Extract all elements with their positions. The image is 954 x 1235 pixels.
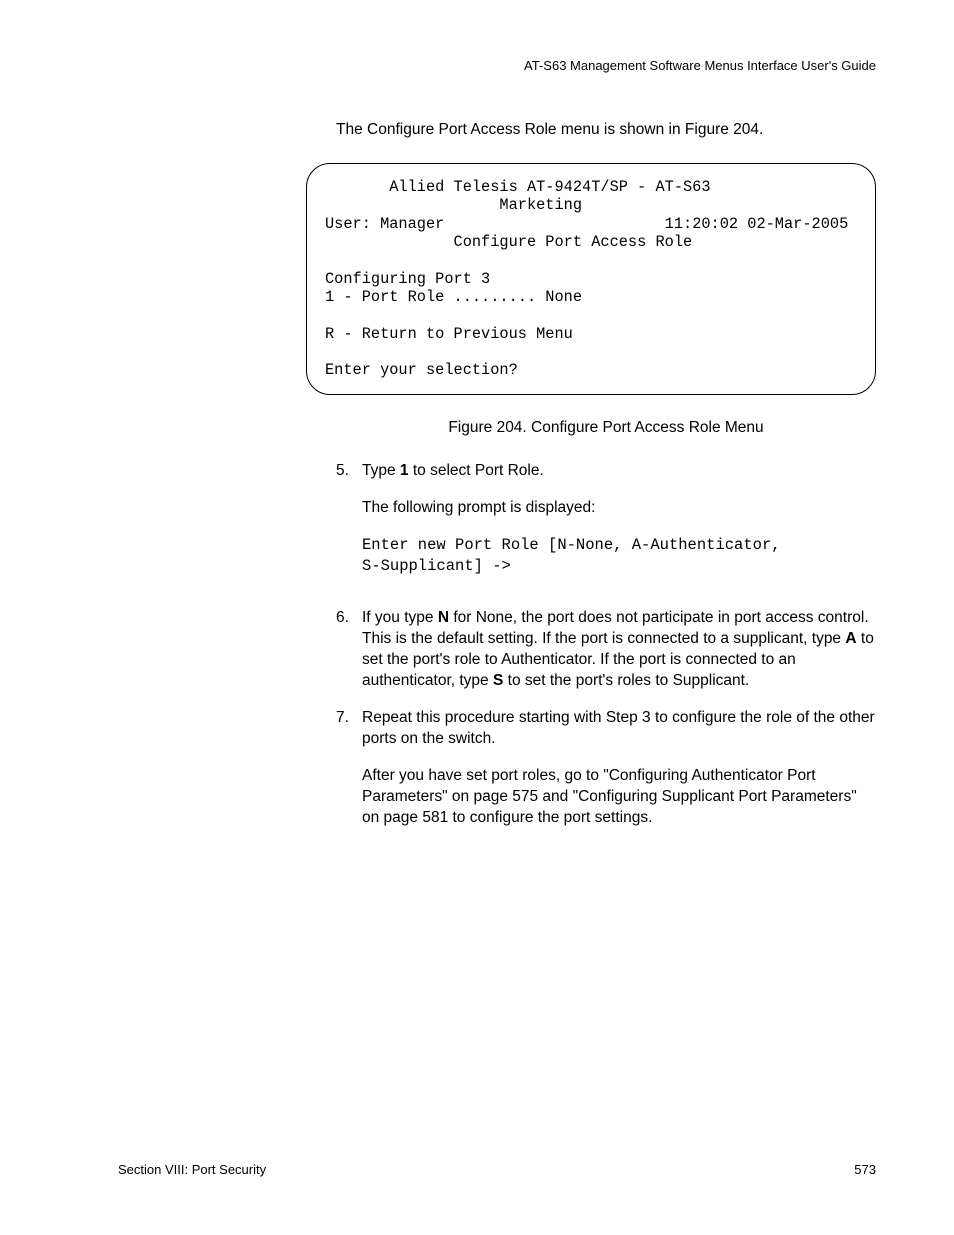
figure-caption: Figure 204. Configure Port Access Role M… (336, 419, 876, 437)
term-menu-title: Configure Port Access Role (325, 233, 692, 251)
step-text: Type 1 to select Port Role. (362, 461, 876, 482)
term-prompt: Enter your selection? (325, 361, 518, 379)
term-line: 1 - Port Role ......... None (325, 288, 582, 306)
step-text: After you have set port roles, go to "Co… (362, 766, 876, 829)
step-5: 5. Type 1 to select Port Role. The follo… (336, 461, 876, 593)
page-footer: Section VIII: Port Security 573 (118, 1162, 876, 1177)
term-line: Marketing (325, 196, 582, 214)
page-header: AT-S63 Management Software Menus Interfa… (118, 58, 876, 73)
step-6: 6. If you type N for None, the port does… (336, 608, 876, 692)
intro-text: The Configure Port Access Role menu is s… (336, 121, 876, 139)
terminal-screen: Allied Telesis AT-9424T/SP - AT-S63 Mark… (306, 163, 876, 395)
step-number: 6. (336, 608, 362, 692)
term-line: Configuring Port 3 (325, 270, 490, 288)
step-text: The following prompt is displayed: (362, 498, 876, 519)
term-line: Allied Telesis AT-9424T/SP - AT-S63 (325, 178, 711, 196)
step-number: 5. (336, 461, 362, 593)
term-user-right: 11:20:02 02-Mar-2005 (665, 215, 849, 233)
page: AT-S63 Management Software Menus Interfa… (0, 0, 954, 1235)
term-line: R - Return to Previous Menu (325, 325, 573, 343)
code-prompt: Enter new Port Role [N-None, A-Authentic… (362, 535, 876, 577)
step-number: 7. (336, 708, 362, 829)
step-text: Repeat this procedure starting with Step… (362, 708, 876, 750)
term-user-left: User: Manager (325, 215, 444, 233)
step-7: 7. Repeat this procedure starting with S… (336, 708, 876, 829)
footer-page-number: 573 (854, 1162, 876, 1177)
footer-section: Section VIII: Port Security (118, 1162, 266, 1177)
content-area: The Configure Port Access Role menu is s… (336, 121, 876, 829)
step-text: If you type N for None, the port does no… (362, 608, 876, 692)
